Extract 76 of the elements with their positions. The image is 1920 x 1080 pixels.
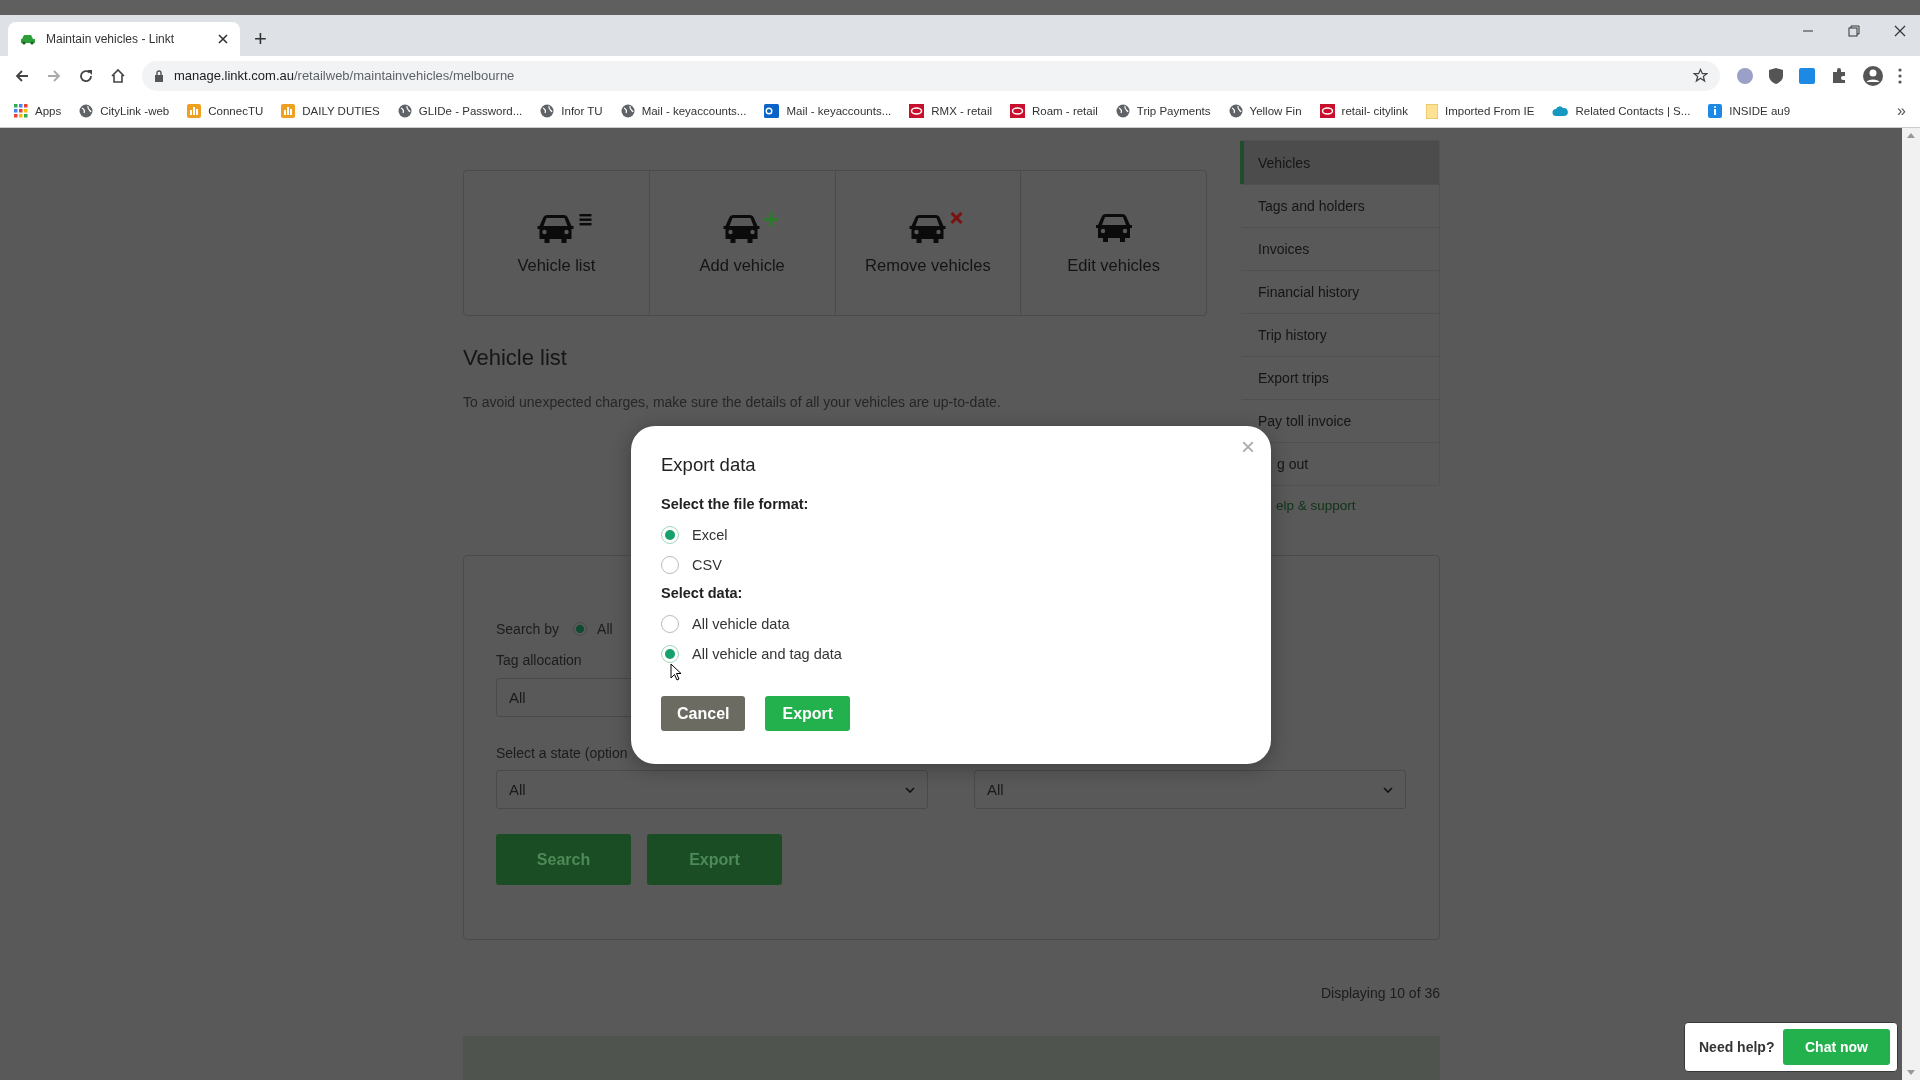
option-label: All vehicle and tag data: [692, 646, 842, 662]
field-label: Tag allocation: [496, 651, 582, 670]
radio-option[interactable]: CSV: [661, 550, 1241, 580]
lock-icon: [154, 69, 164, 82]
back-arrow-icon[interactable]: [14, 67, 30, 84]
puzzle-icon[interactable]: [1830, 66, 1848, 85]
mouse-pointer-icon: [670, 663, 682, 681]
globe-icon: [397, 104, 412, 118]
extension-icon[interactable]: [1736, 66, 1754, 85]
apps-grid-icon: [14, 104, 28, 118]
mail-icon: [764, 104, 780, 118]
profile-icon[interactable]: [1862, 64, 1884, 87]
globe-icon: [1115, 104, 1130, 118]
globe-icon: [540, 104, 555, 118]
globe-icon: [1228, 104, 1243, 118]
car-plus-icon: [721, 211, 782, 244]
restore-icon[interactable]: [1848, 25, 1860, 37]
chart-icon: [187, 104, 202, 118]
bookmark[interactable]: INSIDE au9: [1708, 104, 1791, 118]
chevron-down-icon: [905, 786, 915, 793]
option-label: Excel: [692, 527, 728, 543]
menu-icon[interactable]: [1898, 67, 1902, 84]
reload-icon[interactable]: [78, 67, 94, 84]
radio-option[interactable]: All vehicle and tag data: [661, 639, 1241, 669]
extension-icon[interactable]: [1798, 66, 1816, 85]
oval-icon: [1010, 104, 1025, 118]
bookmark[interactable]: Mail - keyaccounts...: [620, 104, 747, 118]
bookmark[interactable]: RMX - retail: [909, 104, 992, 118]
radio-option[interactable]: All vehicle data: [661, 609, 1241, 639]
star-icon[interactable]: [1693, 68, 1708, 83]
car-icon: [20, 33, 36, 45]
bookmark[interactable]: ConnecTU: [187, 104, 264, 118]
shield-icon[interactable]: [1768, 66, 1784, 85]
field-label: Select a state (option: [496, 744, 628, 763]
close-icon[interactable]: [1894, 25, 1906, 37]
globe-icon: [620, 104, 635, 118]
radio-option[interactable]: Excel: [661, 520, 1241, 550]
browser-tab[interactable]: Maintain vehicles - Linkt: [8, 22, 240, 56]
option-label: CSV: [692, 557, 722, 573]
bookmark[interactable]: Yellow Fin: [1228, 104, 1302, 118]
chevron-down-icon: [1383, 786, 1393, 793]
cancel-button[interactable]: Cancel: [661, 696, 746, 731]
bookmark[interactable]: CityLink -web: [79, 104, 170, 118]
oval-icon: [909, 104, 925, 118]
bookmark[interactable]: retail- citylink: [1319, 104, 1408, 118]
close-icon[interactable]: [218, 34, 228, 44]
bookmark[interactable]: Roam - retail: [1010, 104, 1098, 118]
cloud-icon: [1552, 105, 1569, 117]
bookmark[interactable]: Imported From IE: [1426, 103, 1535, 119]
tab-title: Maintain vehicles - Linkt: [46, 32, 176, 46]
bookmark[interactable]: Apps: [14, 104, 62, 118]
globe-icon: [79, 104, 94, 118]
help-prompt: Need help?: [1699, 1039, 1775, 1055]
address-bar[interactable]: manage.linkt.com.au/retailweb/maintainvehicles/melbourne: [142, 60, 1720, 91]
bookmark[interactable]: DAILY DUTIES: [281, 104, 380, 118]
section-label: Select data:: [661, 584, 744, 603]
section-label: Select the file format:: [661, 495, 810, 514]
option-label: All vehicle data: [692, 616, 790, 632]
info-icon: [1708, 104, 1723, 118]
bookmark[interactable]: Trip Payments: [1115, 104, 1211, 118]
bookmark[interactable]: Infor TU: [540, 104, 603, 118]
results-count: Displaying 10 of 36: [1319, 985, 1440, 1001]
new-tab-button[interactable]: +: [254, 28, 267, 50]
home-icon[interactable]: [110, 67, 126, 84]
more-bookmarks-button[interactable]: »: [1897, 102, 1906, 120]
bookmark[interactable]: GLIDe - Password...: [397, 104, 523, 118]
url-text: manage.linkt.com.au/retailweb/maintainvehicles/melbourne: [174, 68, 516, 83]
car-icon: [1095, 211, 1133, 244]
dialog-title: Export data: [661, 454, 757, 476]
page-heading: Vehicle list: [463, 344, 568, 372]
bookmark[interactable]: Related Contacts | S...: [1552, 105, 1691, 117]
oval-icon: [1319, 104, 1335, 118]
note-icon: [1426, 103, 1438, 119]
chart-icon: [281, 104, 296, 118]
bookmark[interactable]: Mail - keyaccounts...: [764, 104, 892, 118]
field-label: Search by: [496, 620, 560, 639]
